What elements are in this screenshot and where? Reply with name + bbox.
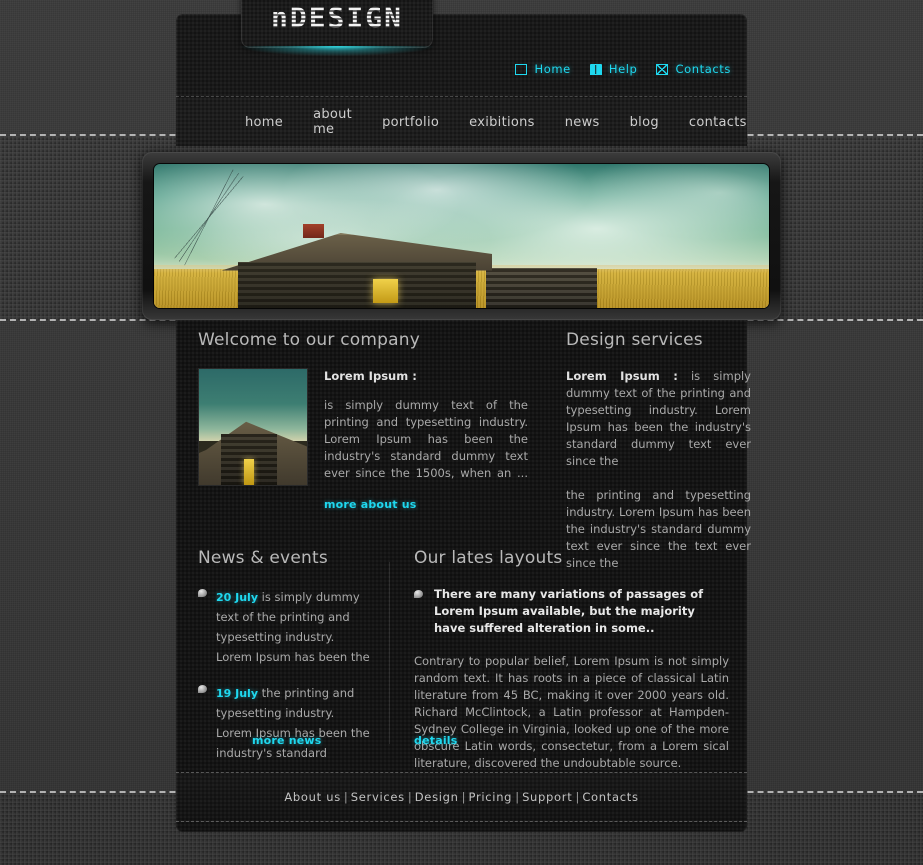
footer-separator: |: [515, 790, 520, 804]
footer-link-design[interactable]: Design: [415, 790, 459, 804]
column-divider: [389, 562, 390, 744]
site-logo-text: nDESIGN: [270, 0, 403, 34]
more-about-us-link[interactable]: more about us: [324, 496, 417, 513]
footer-separator: |: [461, 790, 466, 804]
news-date: 19 July: [216, 687, 259, 700]
services-body-1: is simply dummy text of the printing and…: [566, 369, 751, 468]
hero-shed: [486, 267, 597, 308]
welcome-title: Welcome to our company: [198, 330, 420, 350]
layouts-title: Our lates layouts: [414, 548, 563, 568]
utility-nav-label: Help: [608, 62, 638, 76]
utility-nav: Home Help Contacts: [515, 62, 731, 76]
utility-nav-item-help[interactable]: Help: [589, 62, 638, 76]
menu-item-news[interactable]: news: [550, 115, 615, 130]
main-menu: home about me portfolio exibitions news …: [176, 98, 747, 146]
content-panel: Welcome to our company Lorem Ipsum : is …: [176, 320, 751, 832]
utility-nav-label: Contacts: [675, 62, 731, 76]
layouts-section: Our lates layouts There are many variati…: [414, 548, 729, 772]
services-section: Design services Lorem Ipsum : is simply …: [566, 330, 751, 572]
menu-item-exibitions[interactable]: exibitions: [454, 115, 550, 130]
welcome-body: is simply dummy text of the printing and…: [324, 398, 528, 480]
book-icon: [589, 63, 602, 75]
bullet-icon: [198, 589, 207, 597]
hero-chimney: [302, 224, 325, 239]
services-lead: Lorem Ipsum :: [566, 369, 678, 383]
news-list-item[interactable]: 20 July is simply dummy text of the prin…: [198, 586, 373, 666]
square-icon: [515, 63, 528, 75]
hero-lit-window: [373, 279, 398, 303]
details-link[interactable]: details: [414, 734, 458, 747]
footer-link-support[interactable]: Support: [522, 790, 572, 804]
footer-link-contacts[interactable]: Contacts: [582, 790, 638, 804]
bullet-icon: [414, 590, 423, 598]
hero-banner-frame: [142, 152, 781, 320]
utility-nav-label: Home: [534, 62, 571, 76]
hero-farmhouse: [221, 219, 493, 308]
utility-nav-item-home[interactable]: Home: [515, 62, 570, 76]
site-logo[interactable]: nDESIGN: [241, 0, 433, 48]
news-title: News & events: [198, 548, 328, 568]
menu-item-about-me[interactable]: about me: [298, 107, 367, 137]
layouts-highlight-text: There are many variations of passages of…: [434, 587, 704, 635]
content-row-secondary: News & events 20 July is simply dummy te…: [198, 548, 729, 770]
footer-separator: |: [407, 790, 412, 804]
news-list-item[interactable]: 19 July the printing and typesetting ind…: [198, 682, 373, 762]
menu-item-contacts[interactable]: contacts: [674, 115, 762, 130]
thumbnail-lit-window: [244, 459, 255, 485]
welcome-thumbnail[interactable]: [198, 368, 308, 486]
footer-link-about-us[interactable]: About us: [284, 790, 341, 804]
footer-link-pricing[interactable]: Pricing: [469, 790, 513, 804]
layouts-highlight: There are many variations of passages of…: [414, 586, 729, 637]
hero-wall: [237, 261, 476, 308]
footer-link-services[interactable]: Services: [351, 790, 405, 804]
bullet-icon: [198, 685, 207, 693]
footer-separator: |: [575, 790, 580, 804]
hero-banner-image: [154, 164, 769, 308]
layouts-body: Contrary to popular belief, Lorem Ipsum …: [414, 654, 729, 770]
menu-item-portfolio[interactable]: portfolio: [367, 115, 454, 130]
site-footer: About us | Services | Design | Pricing |…: [176, 772, 747, 822]
welcome-section: Welcome to our company Lorem Ipsum : is …: [198, 330, 528, 513]
news-section: News & events 20 July is simply dummy te…: [198, 548, 373, 778]
services-title: Design services: [566, 330, 703, 350]
site-shell: Home Help Contacts home about me portfol…: [142, 0, 781, 832]
more-news-link[interactable]: more news: [252, 734, 322, 747]
menu-item-blog[interactable]: blog: [615, 115, 674, 130]
footer-separator: |: [343, 790, 348, 804]
news-date: 20 July: [216, 591, 259, 604]
menu-item-home[interactable]: home: [230, 115, 298, 130]
mail-icon: [656, 63, 669, 75]
utility-nav-item-contacts[interactable]: Contacts: [656, 62, 731, 76]
services-paragraph-1: Lorem Ipsum : is simply dummy text of th…: [566, 368, 751, 470]
